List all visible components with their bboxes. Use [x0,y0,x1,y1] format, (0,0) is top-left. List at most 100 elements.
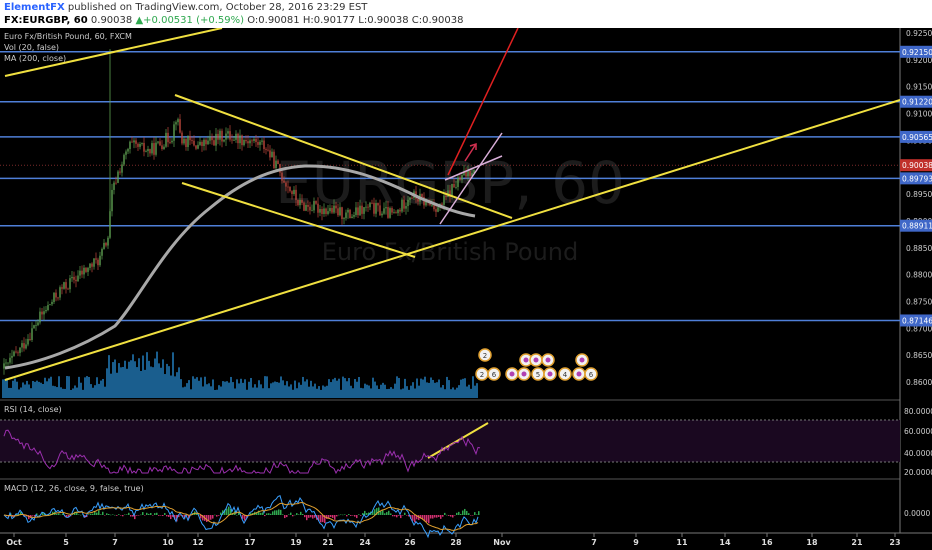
volume-bar [228,382,230,398]
candle-body [19,347,21,353]
volume-bar [216,389,218,398]
candle-body [313,201,315,211]
candle-body [405,206,407,209]
candle-body [73,276,75,280]
macd-histogram-bar [136,515,138,516]
volume-bar [192,376,194,398]
candle-body [47,305,49,311]
candle-body [149,149,151,154]
chart-canvas[interactable]: EURGBP, 60 Euro Fx/British Pound 22 6 5 4 6 … [0,28,932,550]
volume-bar [136,367,138,398]
volume-bar [218,385,220,398]
macd-histogram-bar [78,514,80,515]
volume-bar [318,386,320,398]
macd-histogram-bar [302,513,304,515]
volume-bar [176,372,178,398]
volume-bar [262,388,264,398]
candle-body [231,139,233,141]
volume-bar [188,380,190,398]
event-dot [521,371,527,377]
volume-bar [404,378,406,398]
candle-body [367,206,369,208]
volume-bar [182,387,184,398]
volume-bar [308,386,310,398]
macd-histogram-bar [400,515,402,519]
candle-body [27,339,29,345]
candle-body [155,142,157,155]
time-axis-tick: 23 [889,538,900,547]
vol-indicator-label[interactable]: Vol (20, false) [4,43,59,52]
candle-body [395,212,397,214]
macd-histogram-bar [354,515,356,517]
candle-body [381,213,383,216]
volume-bar [38,381,40,398]
time-axis-tick: 12 [192,538,203,547]
macd-histogram-bar [102,511,104,515]
volume-bar [138,358,140,398]
volume-bar [224,381,226,398]
candle-body [137,143,139,147]
macd-histogram-bar [290,512,292,515]
volume-bar [292,389,294,398]
macd-histogram-bar [266,513,268,515]
volume-bar [196,377,198,398]
candle-body [163,146,165,149]
candle-body [327,211,329,214]
candle-body [239,135,241,144]
macd-histogram-bar [286,515,288,518]
macd-histogram-bar [296,513,298,515]
macd-histogram-bar [32,515,34,516]
macd-histogram-bar [206,515,208,522]
macd-histogram-bar [460,513,462,515]
candle-body [255,138,257,143]
candle-body [165,132,167,147]
candle-body [147,149,149,152]
chart-header: ElementFX published on TradingView.com, … [0,0,932,28]
volume-bar [32,380,34,398]
candle-body [23,343,25,349]
candle-body [143,142,145,152]
symbol-label[interactable]: FX:EURGBP, 60 [4,15,88,26]
macd-histogram-bar [262,512,264,515]
volume-bar [324,386,326,398]
macd-histogram-bar [120,515,122,516]
price-level-label: 0.89793 [902,174,932,183]
volume-bar [238,383,240,398]
volume-bar [34,381,36,398]
macd-histogram-bar [348,514,350,515]
macd-histogram-bar [154,513,156,515]
candle-body [301,199,303,203]
volume-bar [112,362,114,398]
candle-body [37,322,39,326]
macd-histogram-bar [110,514,112,516]
macd-histogram-bar [276,510,278,515]
volume-bar [288,386,290,398]
macd-histogram-bar [208,515,210,521]
macd-histogram-bar [92,513,94,515]
chart-title-label: Euro Fx/British Pound, 60, FXCM [4,32,132,41]
candle-body [85,267,87,272]
candle-body [11,355,13,358]
volume-bar [316,388,318,398]
macd-histogram-bar [398,515,400,516]
macd-histogram-bar [446,514,448,516]
volume-bar [58,376,60,398]
volume-bar [286,381,288,398]
ma-indicator-label[interactable]: MA (200, close) [4,54,66,63]
volume-bar [242,382,244,398]
volume-bar [384,384,386,398]
candle-body [411,197,413,199]
macd-indicator-label[interactable]: MACD (12, 26, close, 9, false, true) [4,484,144,493]
volume-bar [126,368,128,398]
macd-histogram-bar [288,514,290,516]
event-count: 2 [480,371,484,379]
candle-body [443,195,445,205]
volume-bar [276,382,278,398]
candle-body [325,208,327,214]
author-link[interactable]: ElementFX [4,2,65,13]
candle-body [355,207,357,216]
volume-bar [360,387,362,398]
event-dot [545,357,551,363]
macd-histogram-bar [438,515,440,517]
rsi-indicator-label[interactable]: RSI (14, close) [4,405,62,414]
